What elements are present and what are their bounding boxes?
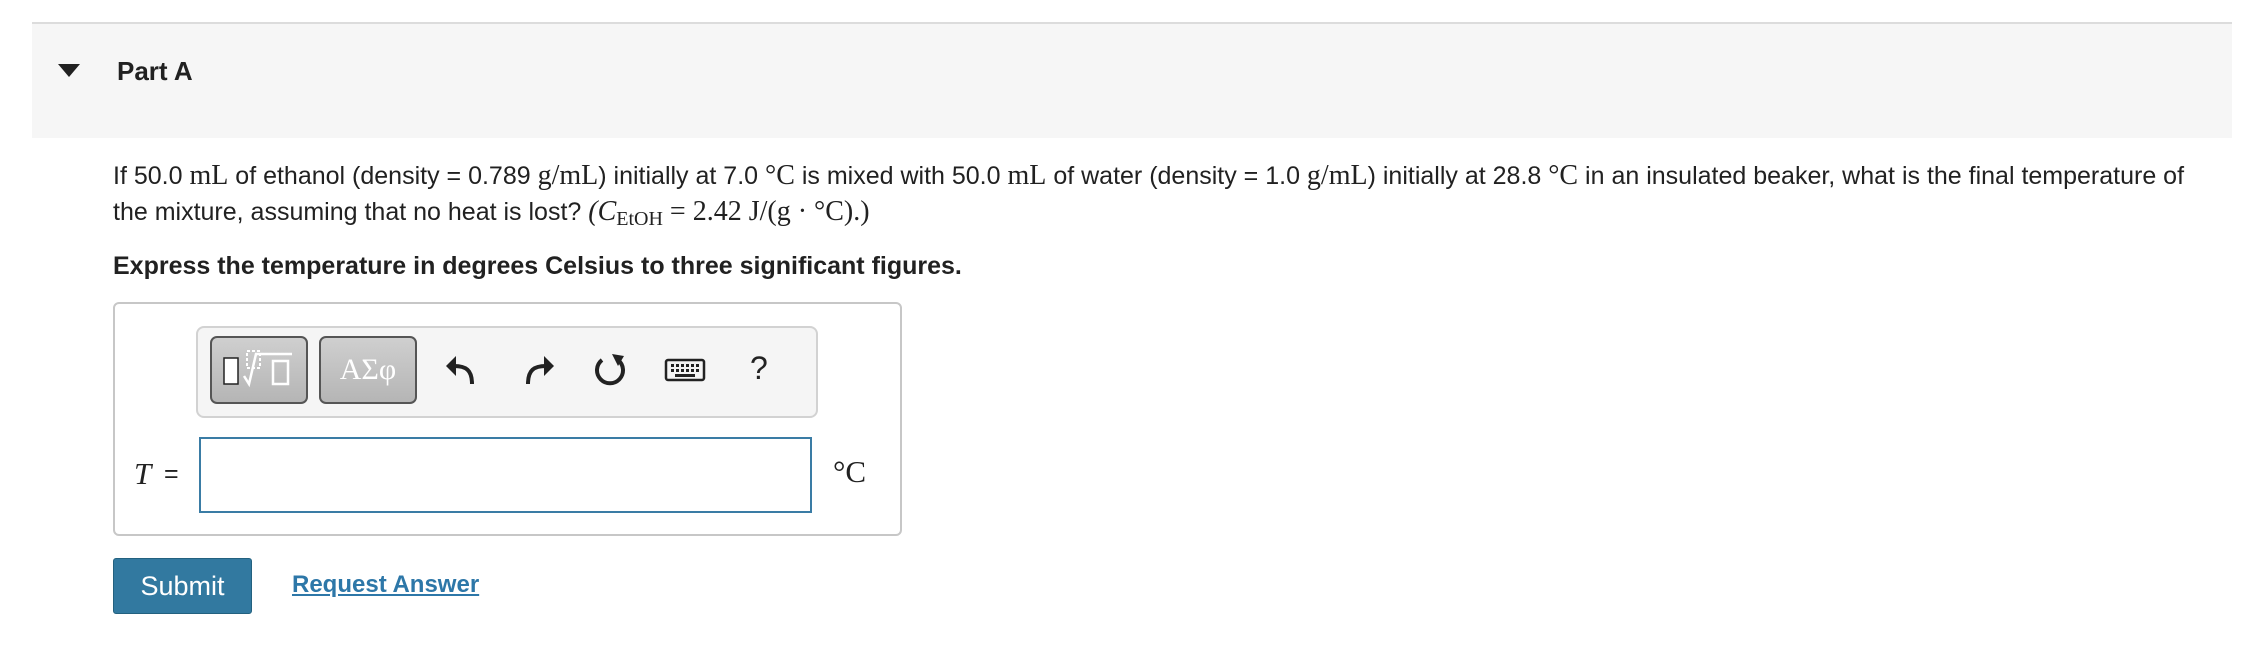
reset-icon[interactable] xyxy=(590,350,630,390)
question-text: If 50.0 mL of ethanol (density = 0.789 g… xyxy=(113,158,2193,237)
question-segment: of ethanol (density = 0.789 xyxy=(228,162,538,190)
answer-equals: = xyxy=(164,460,179,488)
collapse-caret-icon[interactable] xyxy=(58,64,80,77)
part-title: Part A xyxy=(117,56,193,86)
request-answer-link[interactable]: Request Answer xyxy=(292,571,479,599)
answer-variable: T xyxy=(134,456,152,491)
submit-button[interactable]: Submit xyxy=(113,558,252,614)
symbols-label: ΑΣφ xyxy=(339,353,397,386)
keyboard-icon[interactable] xyxy=(664,350,706,390)
instruction-text: Express the temperature in degrees Celsi… xyxy=(113,252,962,280)
answer-input[interactable] xyxy=(199,437,812,513)
unit-g-per-mL: g/mL xyxy=(537,160,599,191)
undo-icon[interactable] xyxy=(442,350,482,390)
formula-open: (C xyxy=(588,196,617,227)
question-segment: ) initially at 28.8 xyxy=(1367,162,1549,190)
question-segment: If 50.0 xyxy=(113,162,190,190)
question-segment: of water (density = 1.0 xyxy=(1046,162,1307,190)
answer-unit: °C xyxy=(833,454,867,489)
formula-subscript: EtOH xyxy=(616,208,663,230)
templates-button[interactable] xyxy=(210,336,308,404)
help-button[interactable]: ? xyxy=(750,350,768,387)
question-segment: is mixed with 50.0 xyxy=(794,162,1008,190)
symbols-button[interactable]: ΑΣφ xyxy=(319,336,417,404)
part-header[interactable] xyxy=(32,24,2232,138)
templates-icon xyxy=(223,350,292,388)
unit-mL: mL xyxy=(189,160,229,191)
redo-icon[interactable] xyxy=(518,350,558,390)
formula-rest: = 2.42 J/(g · °C).) xyxy=(662,196,870,227)
unit-mL: mL xyxy=(1007,160,1047,191)
question-segment: ) initially at 7.0 xyxy=(598,162,766,190)
unit-g-per-mL: g/mL xyxy=(1306,160,1368,191)
unit-degC: °C xyxy=(1548,160,1579,191)
unit-degC: °C xyxy=(765,160,795,191)
